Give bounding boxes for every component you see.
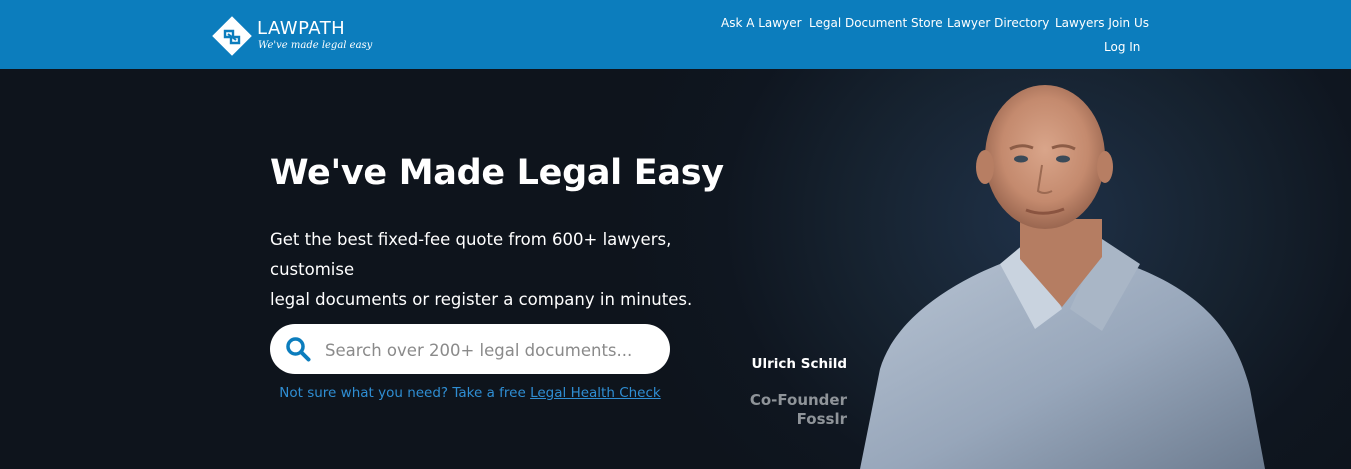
- nav-legal-document-store[interactable]: Legal Document Store: [809, 16, 943, 30]
- testimonial-name: Ulrich Schild: [751, 356, 847, 372]
- brand-tagline: We've made legal easy: [258, 40, 373, 51]
- nav-lawyer-directory[interactable]: Lawyer Directory: [947, 16, 1049, 30]
- testimonial-role: Co-Founder: [749, 391, 847, 409]
- search-input[interactable]: [323, 334, 657, 366]
- health-check-prefix: Not sure what you need? Take a free: [279, 385, 531, 401]
- legal-health-check-link[interactable]: Legal Health Check: [530, 385, 661, 401]
- hero-subtitle: Get the best fixed-fee quote from 600+ l…: [270, 225, 750, 315]
- legal-health-check-prompt: Not sure what you need? Take a free Lega…: [270, 385, 670, 401]
- hero-title: We've Made Legal Easy: [270, 153, 724, 193]
- hero-subtitle-line-1: Get the best fixed-fee quote from 600+ l…: [270, 230, 672, 279]
- hero-subtitle-line-2: legal documents or register a company in…: [270, 290, 693, 309]
- document-search-bar[interactable]: [270, 324, 670, 374]
- site-header: LAWPATH We've made legal easy Ask A Lawy…: [0, 0, 1351, 69]
- nav-lawyers-join-us[interactable]: Lawyers Join Us: [1055, 16, 1149, 30]
- main-nav: Ask A Lawyer Legal Document Store Lawyer…: [0, 16, 1351, 54]
- hero-section: We've Made Legal Easy Get the best fixed…: [0, 69, 1351, 469]
- testimonial-portrait: [860, 85, 1265, 469]
- search-icon[interactable]: [285, 336, 311, 362]
- testimonial-company: Fosslr: [796, 410, 847, 428]
- nav-log-in[interactable]: Log In: [1104, 40, 1140, 54]
- nav-ask-a-lawyer[interactable]: Ask A Lawyer: [721, 16, 802, 30]
